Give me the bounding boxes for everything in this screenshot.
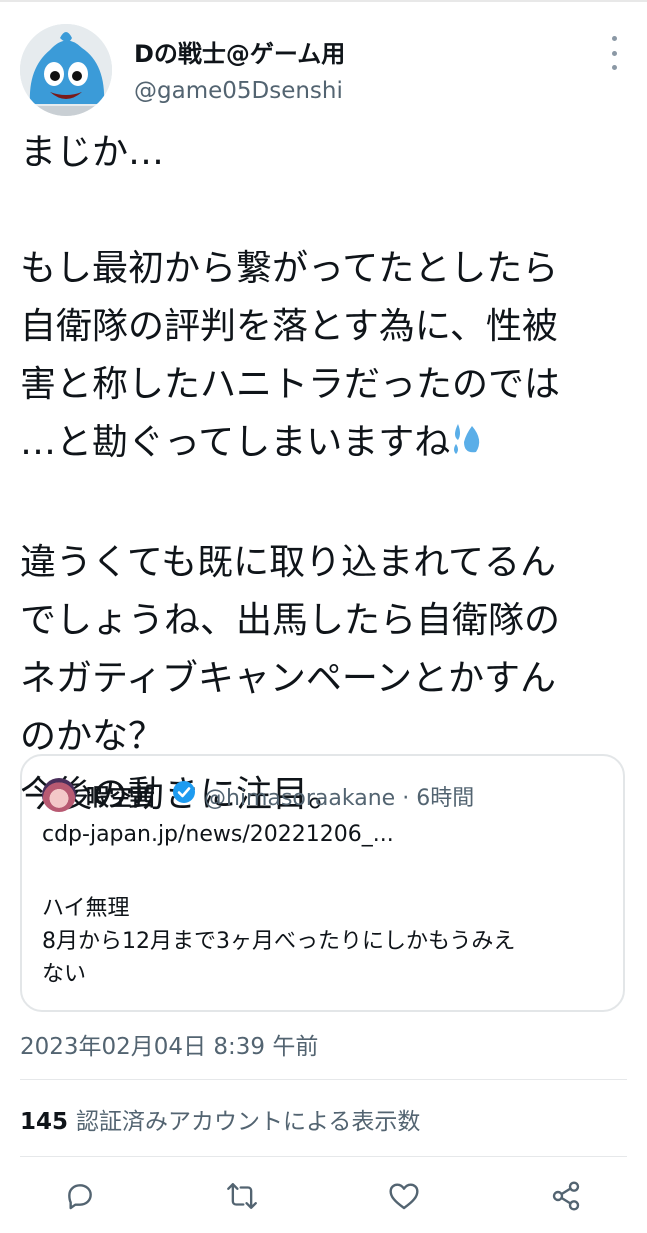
tweet-text-part1: まじか… もし最初から繋がってたとしたら 自衛隊の評判を落とす為に、性被 害と称… — [20, 132, 561, 463]
share-icon[interactable] — [546, 1176, 586, 1216]
quoted-text: ハイ無理 8月から12月まで3ヶ月べったりにしかもうみえ ない — [42, 896, 516, 987]
quoted-link[interactable]: cdp-japan.jp/news/20221206_... — [42, 822, 394, 847]
quoted-handle-time: @himasoraakane · 6時間 — [204, 786, 475, 811]
quoted-display-name: 暇空茜 — [86, 785, 155, 811]
view-count-label: 認証済みアカウントによる表示数 — [76, 1109, 421, 1135]
quoted-tweet[interactable]: 暇空茜 @himasoraakane · 6時間 cdp-japan.jp/ne… — [20, 754, 625, 1012]
user-handle[interactable]: @game05Dsenshi — [134, 78, 343, 104]
slime-avatar-image — [20, 24, 112, 116]
more-options-icon[interactable] — [603, 36, 625, 70]
tweet-timestamp[interactable]: 2023年02月04日 8:39 午前 — [20, 1027, 318, 1061]
verified-badge-icon — [172, 780, 196, 808]
view-count[interactable]: 145 認証済みアカウントによる表示数 — [20, 1102, 420, 1136]
top-divider — [0, 0, 647, 2]
display-name[interactable]: Dの戦士@ゲーム用 — [134, 34, 345, 69]
avatar[interactable] — [20, 24, 112, 116]
quoted-avatar[interactable] — [42, 778, 76, 812]
retweet-icon[interactable] — [222, 1176, 262, 1216]
tweet-text: まじか… もし最初から繋がってたとしたら 自衛隊の評判を落とす為に、性被 害と称… — [20, 124, 625, 824]
view-count-number: 145 — [20, 1109, 69, 1135]
divider — [20, 1079, 627, 1080]
sweat-droplets-icon — [450, 418, 488, 476]
divider — [20, 1156, 627, 1157]
reply-icon[interactable] — [60, 1176, 100, 1216]
like-icon[interactable] — [384, 1176, 424, 1216]
